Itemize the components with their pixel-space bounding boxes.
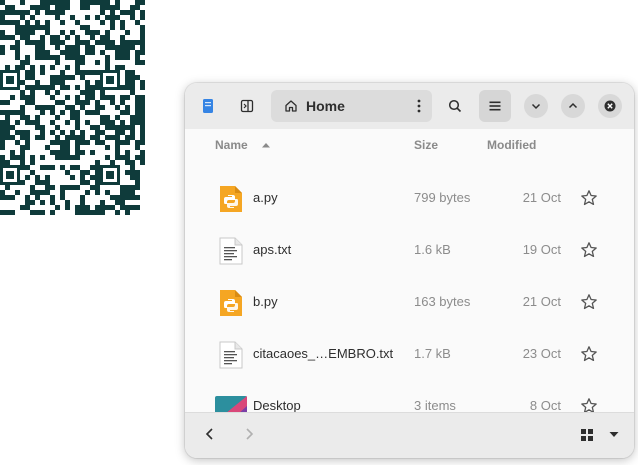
dropdown-arrow-icon[interactable] — [609, 431, 619, 439]
hamburger-menu-icon — [489, 101, 501, 111]
search-button[interactable] — [439, 90, 471, 122]
column-name[interactable]: Name — [215, 138, 248, 152]
close-button[interactable] — [598, 94, 622, 118]
column-header: Name Size Modified — [185, 129, 634, 161]
file-size: 1.6 kB — [414, 242, 451, 257]
file-size: 3 items — [414, 398, 456, 413]
file-name: Desktop — [253, 398, 301, 413]
file-row[interactable]: a.py 799 bytes 21 Oct — [185, 172, 634, 224]
column-modified[interactable]: Modified — [487, 138, 536, 152]
panel-icon — [240, 99, 254, 113]
file-row[interactable]: aps.txt 1.6 kB 19 Oct — [185, 224, 634, 276]
sidebar-toggle-button[interactable] — [192, 90, 224, 122]
search-icon — [448, 99, 462, 113]
file-manager-window: Home Name Size Modified a.py 799 bytes 2… — [185, 83, 634, 458]
file-modified: 21 Oct — [522, 190, 561, 205]
chevron-up-icon — [568, 102, 578, 109]
file-name: citacaoes_…EMBRO.txt — [253, 346, 394, 361]
file-modified: 19 Oct — [522, 242, 561, 257]
qr-code-pattern — [0, 0, 145, 215]
star-icon[interactable] — [580, 241, 598, 259]
file-row[interactable]: b.py 163 bytes 21 Oct — [185, 276, 634, 328]
bottom-bar — [185, 412, 634, 458]
python-file-icon — [220, 290, 242, 316]
sort-ascending-icon — [262, 143, 270, 148]
sidebar-icon — [203, 99, 213, 113]
location-bar[interactable]: Home — [271, 90, 432, 122]
file-name: a.py — [253, 190, 278, 205]
chevron-down-icon — [531, 103, 541, 110]
location-label: Home — [306, 98, 345, 114]
file-modified: 23 Oct — [522, 346, 561, 361]
grid-view-icon[interactable] — [580, 428, 594, 442]
file-name: aps.txt — [253, 242, 292, 257]
file-modified: 8 Oct — [529, 398, 561, 413]
minimize-button[interactable] — [524, 94, 548, 118]
star-icon[interactable] — [580, 345, 598, 363]
main-menu-button[interactable] — [479, 90, 511, 122]
file-size: 799 bytes — [414, 190, 471, 205]
file-size: 163 bytes — [414, 294, 471, 309]
maximize-button[interactable] — [561, 94, 585, 118]
forward-arrow-icon[interactable] — [243, 427, 255, 441]
home-icon — [285, 100, 297, 112]
close-icon — [604, 100, 616, 112]
split-view-button[interactable] — [231, 90, 263, 122]
file-size: 1.7 kB — [414, 346, 451, 361]
file-name: b.py — [253, 294, 278, 309]
back-arrow-icon[interactable] — [204, 427, 216, 441]
python-file-icon — [220, 186, 242, 212]
header-bar: Home — [185, 83, 634, 129]
star-icon[interactable] — [580, 293, 598, 311]
text-file-icon — [219, 341, 243, 369]
text-file-icon — [219, 237, 243, 265]
column-size[interactable]: Size — [414, 138, 438, 152]
file-row[interactable]: citacaoes_…EMBRO.txt 1.7 kB 23 Oct — [185, 328, 634, 380]
file-modified: 21 Oct — [522, 294, 561, 309]
star-icon[interactable] — [580, 189, 598, 207]
more-options-icon[interactable] — [416, 98, 422, 114]
